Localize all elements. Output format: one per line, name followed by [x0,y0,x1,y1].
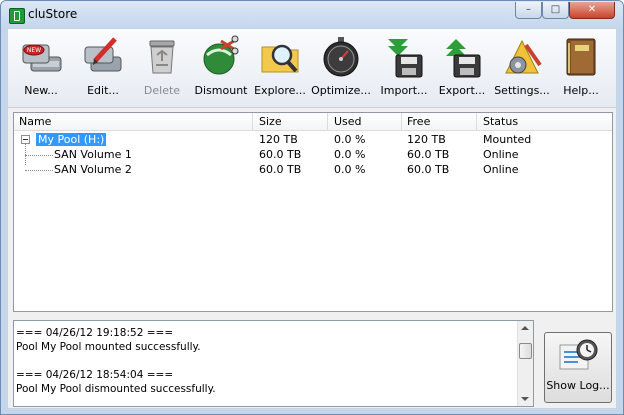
close-button[interactable]: ✕ [569,2,615,19]
settings-button[interactable]: Settings... [494,35,550,103]
log-line: Pool My Pool mounted successfully. [16,341,201,353]
row-name: SAN Volume 1 [54,148,132,161]
column-header-size[interactable]: Size [259,115,282,128]
stopwatch-icon [323,37,359,77]
settings-button-label: Settings... [494,84,550,97]
export-button[interactable]: Export... [434,35,490,103]
table-row-volume-2[interactable]: SAN Volume 2 60.0 TB 0.0 % 60.0 TB Onlin… [14,162,612,177]
book-icon [566,38,596,76]
new-button[interactable]: NEW New... [16,35,66,103]
row-used: 0.0 % [334,148,366,161]
log-line: === 04/26/12 18:54:04 === [16,369,174,381]
delete-button-label: Delete [143,84,181,97]
import-button[interactable]: Import... [376,35,432,103]
minimize-button[interactable]: – [515,2,542,19]
optimize-button[interactable]: Optimize... [310,35,372,103]
pool-list-view[interactable]: Name Size Used Free Status My Pool (H:) … [13,112,613,312]
table-row-pool[interactable]: My Pool (H:) 120 TB 0.0 % 120 TB Mounted [14,132,612,147]
client-area: NEW New... Edit... Delete Dismount Explo… [8,29,616,408]
scroll-thumb[interactable] [519,343,532,359]
row-status: Mounted [483,133,532,146]
explore-button-label: Explore... [254,84,306,97]
new-disk-icon: NEW [22,44,62,72]
import-icon [388,39,423,78]
edit-button[interactable]: Edit... [78,35,128,103]
column-header-free[interactable]: Free [407,115,430,128]
table-row-volume-1[interactable]: SAN Volume 1 60.0 TB 0.0 % 60.0 TB Onlin… [14,147,612,162]
column-header-used[interactable]: Used [334,115,362,128]
svg-text:NEW: NEW [27,47,41,54]
row-name: SAN Volume 2 [54,163,132,176]
show-log-label: Show Log... [546,379,610,392]
delete-button[interactable]: Delete [138,35,186,103]
title-bar[interactable]: cluStore – □ ✕ [1,1,623,29]
row-free: 60.0 TB [407,163,450,176]
column-divider[interactable] [476,113,477,130]
new-button-label: New... [24,84,58,97]
row-status: Online [483,148,519,161]
explore-icon [261,44,299,73]
log-line: Pool My Pool dismounted successfully. [16,383,216,395]
row-size: 60.0 TB [259,163,302,176]
log-scrollbar[interactable] [517,321,533,406]
column-divider[interactable] [401,113,402,130]
help-button-label: Help... [563,84,599,97]
explore-button[interactable]: Explore... [252,35,308,103]
column-divider[interactable] [327,113,328,130]
edit-icon [84,37,122,72]
scroll-up-icon[interactable] [521,326,529,330]
column-divider[interactable] [252,113,253,130]
toolbar: NEW New... Edit... Delete Dismount Explo… [8,29,616,108]
export-icon [446,39,481,78]
row-size: 120 TB [259,133,298,146]
dismount-button-label: Dismount [194,84,248,97]
row-free: 120 TB [407,133,446,146]
optimize-button-label: Optimize... [311,84,371,97]
trash-icon [149,40,175,74]
export-button-label: Export... [438,84,486,97]
dismount-icon [203,35,239,75]
row-used: 0.0 % [334,133,366,146]
help-button[interactable]: Help... [556,35,606,103]
settings-icon [505,39,542,74]
column-header-status[interactable]: Status [483,115,518,128]
column-header-name[interactable]: Name [19,115,51,128]
row-size: 60.0 TB [259,148,302,161]
maximize-button[interactable]: □ [542,2,569,19]
list-header: Name Size Used Free Status [14,113,612,131]
show-log-button[interactable]: Show Log... [544,332,612,403]
dismount-button[interactable]: Dismount [194,35,248,103]
edit-button-label: Edit... [87,84,119,97]
window-title: cluStore [28,7,78,21]
import-button-label: Import... [380,84,428,97]
pool-name: My Pool (H:) [34,132,108,147]
log-line: === 04/26/12 19:18:52 === [16,327,174,339]
app-icon [9,8,25,24]
scroll-down-icon[interactable] [521,397,529,401]
app-window: cluStore – □ ✕ NEW New... Edit... Delete… [0,0,624,415]
row-status: Online [483,163,519,176]
log-output[interactable]: === 04/26/12 19:18:52 === Pool My Pool m… [13,320,534,407]
log-clock-icon [559,339,598,370]
row-free: 60.0 TB [407,148,450,161]
row-used: 0.0 % [334,163,366,176]
